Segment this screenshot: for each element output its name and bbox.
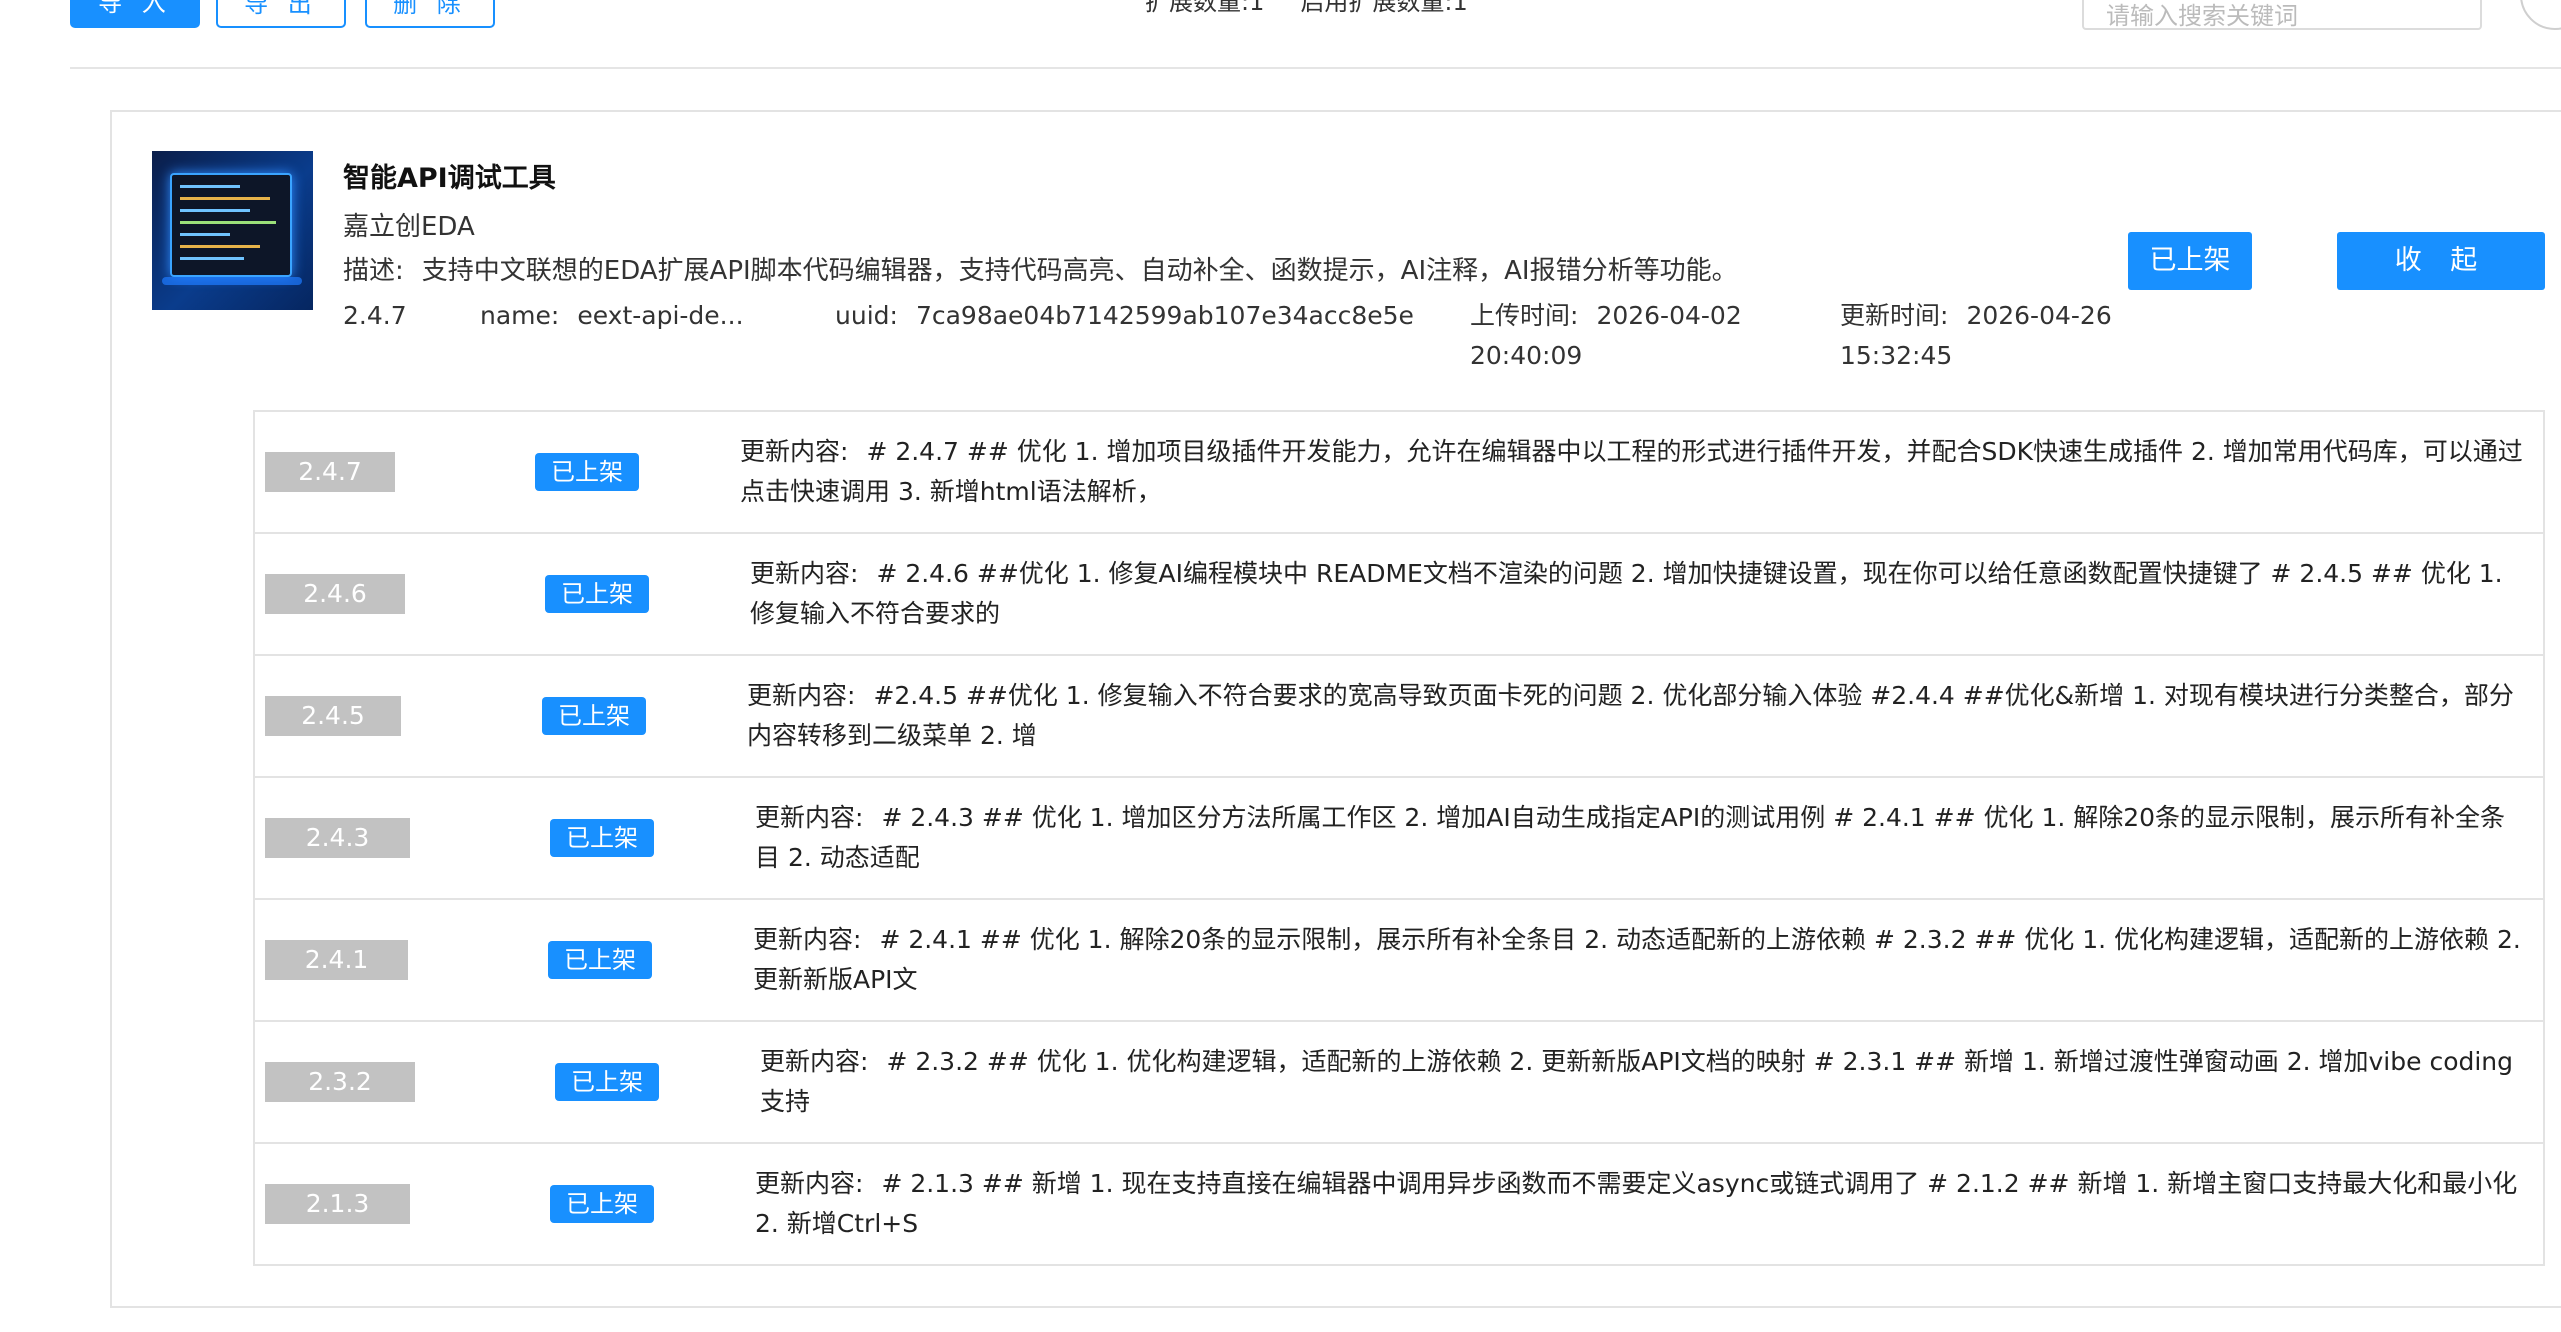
extension-count: 扩展数量:1 <box>1145 0 1265 16</box>
toolbar-divider <box>70 67 2561 69</box>
version-status-badge[interactable]: 已上架 <box>542 697 646 735</box>
version-row: 2.4.6 已上架 更新内容: # 2.4.6 ##优化 1. 修复AI编程模块中… <box>255 534 2543 656</box>
thumbnail-glow <box>162 277 302 285</box>
version-content-text: # 2.1.3 ## 新增 1. 现在支持直接在编辑器中调用异步函数而不需要定义… <box>755 1169 2518 1238</box>
version-tag: 2.4.1 <box>265 940 408 980</box>
version-content: 更新内容: # 2.4.6 ##优化 1. 修复AI编程模块中 README文档不… <box>750 554 2525 634</box>
version-content-label: 更新内容: <box>747 681 856 710</box>
upload-time-label: 上传时间: <box>1470 301 1579 330</box>
version-content: 更新内容: # 2.4.3 ## 优化 1. 增加区分方法所属工作区 2. 增加A… <box>755 798 2525 878</box>
version-history-list: 2.4.7 已上架 更新内容: # 2.4.7 ## 优化 1. 增加项目级插件开… <box>253 410 2545 1266</box>
import-button[interactable]: 导 入 <box>70 0 200 28</box>
version-content-text: #2.4.5 ##优化 1. 修复输入不符合要求的宽高导致页面卡死的问题 2. … <box>747 681 2514 750</box>
version-status-badge[interactable]: 已上架 <box>548 941 652 979</box>
version-content: 更新内容: # 2.4.7 ## 优化 1. 增加项目级插件开发能力，允许在编辑器… <box>740 432 2525 512</box>
version-content: 更新内容: # 2.4.1 ## 优化 1. 解除20条的显示限制，展示所有补全条… <box>753 920 2525 1000</box>
version-content-text: # 2.4.3 ## 优化 1. 增加区分方法所属工作区 2. 增加AI自动生成… <box>755 803 2506 872</box>
version-row: 2.4.5 已上架 更新内容: #2.4.5 ##优化 1. 修复输入不符合要求的… <box>255 656 2543 778</box>
version-content-label: 更新内容: <box>740 437 849 466</box>
name-value: eext-api-de... <box>577 301 744 330</box>
version-status-badge[interactable]: 已上架 <box>550 1185 654 1223</box>
version-status-badge[interactable]: 已上架 <box>555 1063 659 1101</box>
version-content-label: 更新内容: <box>760 1047 869 1076</box>
extension-description: 描述: 支持中文联想的EDA扩展API脚本代码编辑器，支持代码高亮、自动补全、函数… <box>343 250 1738 287</box>
export-button[interactable]: 导 出 <box>216 0 346 28</box>
version-row: 2.1.3 已上架 更新内容: # 2.1.3 ## 新增 1. 现在支持直接在编… <box>255 1144 2543 1266</box>
code-editor-illustration <box>170 173 292 277</box>
extension-name: name: eext-api-de... <box>480 296 744 336</box>
version-content-text: # 2.4.1 ## 优化 1. 解除20条的显示限制，展示所有补全条目 2. … <box>753 925 2521 994</box>
name-label: name: <box>480 301 560 330</box>
settings-icon[interactable] <box>2520 0 2561 30</box>
version-content: 更新内容: # 2.3.2 ## 优化 1. 优化构建逻辑，适配新的上游依赖 2.… <box>760 1042 2525 1122</box>
uuid-label: uuid: <box>835 301 898 330</box>
listed-button[interactable]: 已上架 <box>2128 232 2252 290</box>
version-tag: 2.4.3 <box>265 818 410 858</box>
version-tag: 2.4.5 <box>265 696 401 736</box>
version-row: 2.4.3 已上架 更新内容: # 2.4.3 ## 优化 1. 增加区分方法所属… <box>255 778 2543 900</box>
enabled-extension-count: 启用扩展数量:1 <box>1300 0 1468 16</box>
extension-author: 嘉立创EDA <box>343 212 475 242</box>
version-row: 2.4.7 已上架 更新内容: # 2.4.7 ## 优化 1. 增加项目级插件开… <box>255 412 2543 534</box>
version-content: 更新内容: # 2.1.3 ## 新增 1. 现在支持直接在编辑器中调用异步函数而… <box>755 1164 2525 1244</box>
description-label: 描述: <box>343 256 404 286</box>
version-row: 2.4.1 已上架 更新内容: # 2.4.1 ## 优化 1. 解除20条的显示… <box>255 900 2543 1022</box>
version-content-label: 更新内容: <box>750 559 859 588</box>
version-tag: 2.3.2 <box>265 1062 415 1102</box>
upload-time: 上传时间: 2026-04-02 20:40:09 <box>1470 296 1790 376</box>
uuid-value: 7ca98ae04b7142599ab107e34acc8e5e <box>915 301 1414 330</box>
version-status-badge[interactable]: 已上架 <box>535 453 639 491</box>
version-content-text: # 2.4.7 ## 优化 1. 增加项目级插件开发能力，允许在编辑器中以工程的… <box>740 437 2523 506</box>
update-time: 更新时间: 2026-04-26 15:32:45 <box>1840 296 2160 376</box>
update-time-label: 更新时间: <box>1840 301 1949 330</box>
extension-uuid: uuid: 7ca98ae04b7142599ab107e34acc8e5e <box>835 296 1414 336</box>
description-text: 支持中文联想的EDA扩展API脚本代码编辑器，支持代码高亮、自动补全、函数提示，… <box>421 256 1738 286</box>
version-content: 更新内容: #2.4.5 ##优化 1. 修复输入不符合要求的宽高导致页面卡死的问… <box>747 676 2525 756</box>
version-status-badge[interactable]: 已上架 <box>545 575 649 613</box>
version-status-badge[interactable]: 已上架 <box>550 819 654 857</box>
search-input[interactable]: 请输入搜索关键词 <box>2082 0 2482 30</box>
version-content-label: 更新内容: <box>755 803 864 832</box>
version-content-label: 更新内容: <box>755 1169 864 1198</box>
extension-counts: 扩展数量:1 启用扩展数量:1 <box>1145 0 1468 17</box>
version-tag: 2.4.7 <box>265 452 395 492</box>
collapse-button[interactable]: 收 起 <box>2337 232 2545 290</box>
version-tag: 2.1.3 <box>265 1184 410 1224</box>
version-content-label: 更新内容: <box>753 925 862 954</box>
delete-button[interactable]: 删 除 <box>365 0 495 28</box>
version-content-text: # 2.3.2 ## 优化 1. 优化构建逻辑，适配新的上游依赖 2. 更新新版… <box>760 1047 2514 1116</box>
version-tag: 2.4.6 <box>265 574 405 614</box>
version-content-text: # 2.4.6 ##优化 1. 修复AI编程模块中 README文档不渲染的问题… <box>750 559 2503 628</box>
extension-title: 智能API调试工具 <box>343 163 556 194</box>
extension-version: 2.4.7 <box>343 301 407 330</box>
extension-thumbnail <box>152 151 313 310</box>
version-row: 2.3.2 已上架 更新内容: # 2.3.2 ## 优化 1. 优化构建逻辑，适… <box>255 1022 2543 1144</box>
